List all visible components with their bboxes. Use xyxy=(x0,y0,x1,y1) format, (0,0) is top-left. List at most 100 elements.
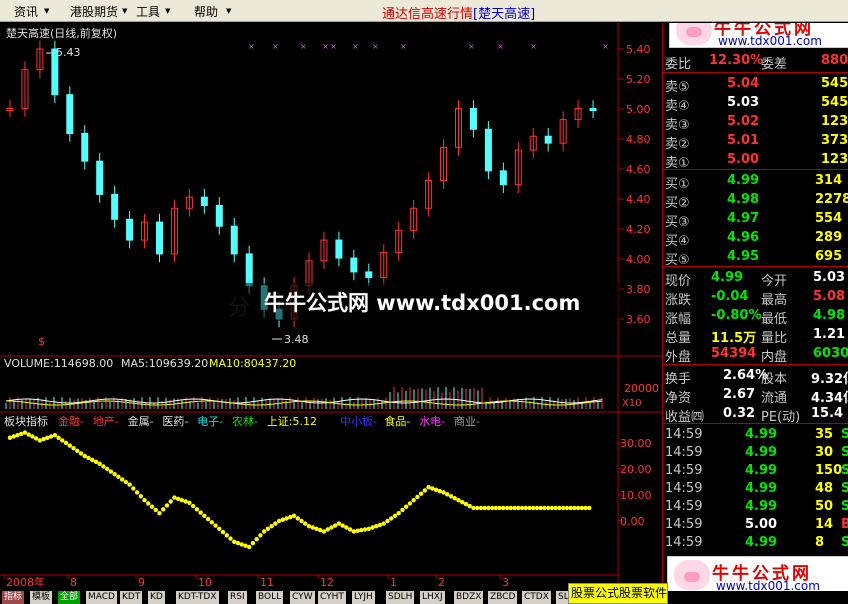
top-markers: × × × × × × × × × × × × xyxy=(248,42,609,51)
webi-row: 委比 12.30% 委差 880 xyxy=(663,52,848,72)
tab-bdzx[interactable]: BDZX xyxy=(454,591,484,604)
tab-macd[interactable]: MACD xyxy=(86,591,117,604)
tick-volume: 150 xyxy=(815,463,843,478)
legend-item: 医药- xyxy=(162,415,188,428)
y-tick-label: 4.00 xyxy=(626,253,651,266)
tab-lhxj[interactable]: LHXJ xyxy=(420,591,445,604)
menu-help[interactable]: 帮助 xyxy=(194,3,218,20)
indicator-dot xyxy=(235,540,241,546)
indicator-dot xyxy=(273,521,278,526)
y-tick-label: 5.20 xyxy=(626,73,651,86)
stat-row: 总量 11.5万 量比 1.21 xyxy=(663,326,848,346)
menu-tools[interactable]: 工具 xyxy=(136,3,160,20)
buy-level-label: 买② xyxy=(665,196,690,211)
stat-value: 54394 xyxy=(711,346,757,361)
stat-row: 涨幅 -0.80% 最低 4.98 xyxy=(663,307,848,327)
tab-sdlh[interactable]: SDLH xyxy=(386,591,415,604)
volume-bars xyxy=(5,387,603,409)
tab-rsi[interactable]: RSI xyxy=(228,591,247,604)
indicator-dot xyxy=(276,518,282,524)
tab-模板[interactable]: 模板 xyxy=(30,591,53,604)
high-label: 5.43 xyxy=(56,46,81,59)
indicator-dot xyxy=(37,438,43,443)
menu-hk-futures[interactable]: 港股期货 xyxy=(70,3,118,20)
buy-level-price: 4.97 xyxy=(727,211,760,226)
candle-body xyxy=(126,218,134,241)
tab-cyw[interactable]: CYW xyxy=(290,591,315,604)
tick-row: 14:59 4.99 35 S xyxy=(663,426,848,445)
stat-label2: 今开 xyxy=(761,274,788,289)
buy-level-price: 4.96 xyxy=(727,230,760,245)
ma10-label: MA10:80437.20 xyxy=(209,357,296,370)
indicator-dot xyxy=(67,443,73,448)
tab-cyht[interactable]: CYHT xyxy=(318,591,346,604)
y-tick-label: 5.40 xyxy=(626,43,651,56)
tab-boll[interactable]: BOLL xyxy=(256,591,284,604)
tab-zbcd[interactable]: ZBCD xyxy=(488,591,518,604)
tab-指标[interactable]: 指标 xyxy=(2,591,25,604)
indicator-dot xyxy=(250,540,256,546)
sell-level-label: 卖⑤ xyxy=(665,80,690,95)
stat-value: -0.04 xyxy=(711,289,749,304)
indicator-dot xyxy=(142,498,147,503)
tab-kdt[interactable]: KDT xyxy=(120,591,143,604)
tick-time: 14:59 xyxy=(665,445,703,460)
ad-banner[interactable]: 股票公式股票软件下 xyxy=(568,583,668,604)
stat-label: 总量 xyxy=(665,331,692,346)
candle-body xyxy=(96,160,104,195)
indicator-dot xyxy=(198,510,203,515)
watermark: 牛牛公式网 www.tdx001.com xyxy=(228,283,620,321)
sell-level-label: 卖③ xyxy=(665,118,690,133)
tick-row: 14:59 4.99 8 S xyxy=(663,534,848,553)
sell-level-price: 5.01 xyxy=(727,133,760,148)
buy-level-row: 买④ 4.96 289 xyxy=(663,229,848,249)
indicator-dot xyxy=(209,520,215,525)
stat-value: -0.80% xyxy=(711,308,762,323)
indicator-dot xyxy=(437,488,443,494)
indicator-dot xyxy=(175,496,181,502)
chevron-down-icon: ▼ xyxy=(226,7,232,15)
tick-row: 14:59 4.99 48 S xyxy=(663,480,848,499)
buy-level-label: 买③ xyxy=(665,215,690,230)
candle-body xyxy=(215,204,223,227)
indicator-dot xyxy=(332,523,338,528)
tab-lyjh[interactable]: LYJH xyxy=(352,591,375,604)
indicator-dots xyxy=(7,430,592,550)
indicator-dot xyxy=(374,524,379,529)
tab-ctdx[interactable]: CTDX xyxy=(522,591,551,604)
top-marker: × xyxy=(322,42,329,51)
sell-level-row: 卖①5.001231 xyxy=(663,151,848,171)
candle-body xyxy=(111,193,119,220)
indicator-dot xyxy=(392,513,398,518)
indicator-dot xyxy=(168,499,173,504)
tick-volume: 8 xyxy=(815,535,825,550)
indicator-dot xyxy=(396,511,401,516)
indicator-dot xyxy=(75,448,80,453)
indicator-dot xyxy=(97,461,102,466)
indicator-dot xyxy=(187,500,192,505)
indicator-title: 板块指标 xyxy=(4,414,48,428)
ind-tick-label: 0.00 xyxy=(620,515,645,528)
indicator-dot xyxy=(161,507,166,512)
stat-label2: 最低 xyxy=(761,312,788,327)
indicator-dot xyxy=(194,507,200,512)
top-marker: × xyxy=(352,42,359,51)
indicator-dot xyxy=(104,466,110,472)
menu-info[interactable]: 资讯 xyxy=(14,3,38,20)
indicator-dot xyxy=(385,518,390,524)
top-marker: × xyxy=(372,42,379,51)
buy-level-row: 买② 4.98 2278 xyxy=(663,191,848,211)
indicator-dot xyxy=(157,511,162,516)
legend-item: 食品- xyxy=(384,414,410,428)
tab-kd[interactable]: KD xyxy=(148,591,165,604)
candle-body xyxy=(230,225,238,255)
indicator-dot xyxy=(131,486,136,491)
stat2-label2: 股本 xyxy=(761,372,788,387)
tab-kdt-tdx[interactable]: KDT-TDX xyxy=(176,591,219,604)
indicator-dot xyxy=(355,528,360,533)
tab-全部[interactable]: 全部 xyxy=(58,591,81,604)
stat-value: 11.5万 xyxy=(711,331,757,346)
tab-slzt[interactable]: SLZT xyxy=(556,591,568,604)
indicator-dot xyxy=(400,507,405,513)
candle-body xyxy=(245,253,253,287)
